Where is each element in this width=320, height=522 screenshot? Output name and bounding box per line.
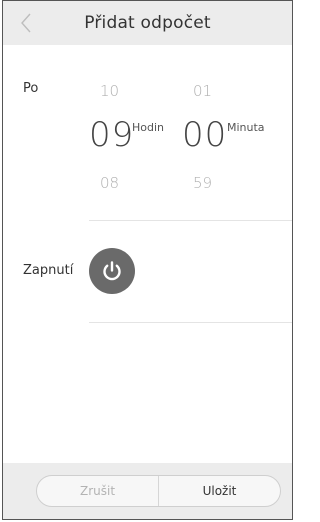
hours-unit: Hodin	[132, 121, 165, 134]
timer-label: Po	[23, 81, 39, 96]
hours-current[interactable]: 09	[89, 115, 134, 155]
action-label: Zapnutí	[23, 263, 74, 278]
footer: Zrušit Uložit	[3, 463, 292, 519]
power-icon	[103, 261, 121, 281]
minutes-next[interactable]: 59	[193, 174, 212, 192]
page-title: Přidat odpočet	[84, 13, 211, 33]
hours-prev[interactable]: 10	[100, 82, 119, 100]
minutes-current[interactable]: 00	[182, 115, 227, 155]
minutes-unit: Minuta	[227, 121, 265, 134]
cancel-button[interactable]: Zrušit	[37, 476, 159, 506]
power-button[interactable]	[89, 248, 135, 294]
save-button[interactable]: Uložit	[159, 476, 280, 506]
button-group: Zrušit Uložit	[36, 475, 281, 507]
app-window: Přidat odpočet Po 10 09 Hodin 08 01 00 M…	[2, 0, 293, 520]
header: Přidat odpočet	[3, 1, 292, 45]
divider	[89, 322, 292, 323]
minutes-prev[interactable]: 01	[193, 82, 212, 100]
divider	[89, 220, 292, 221]
hours-next[interactable]: 08	[100, 174, 119, 192]
